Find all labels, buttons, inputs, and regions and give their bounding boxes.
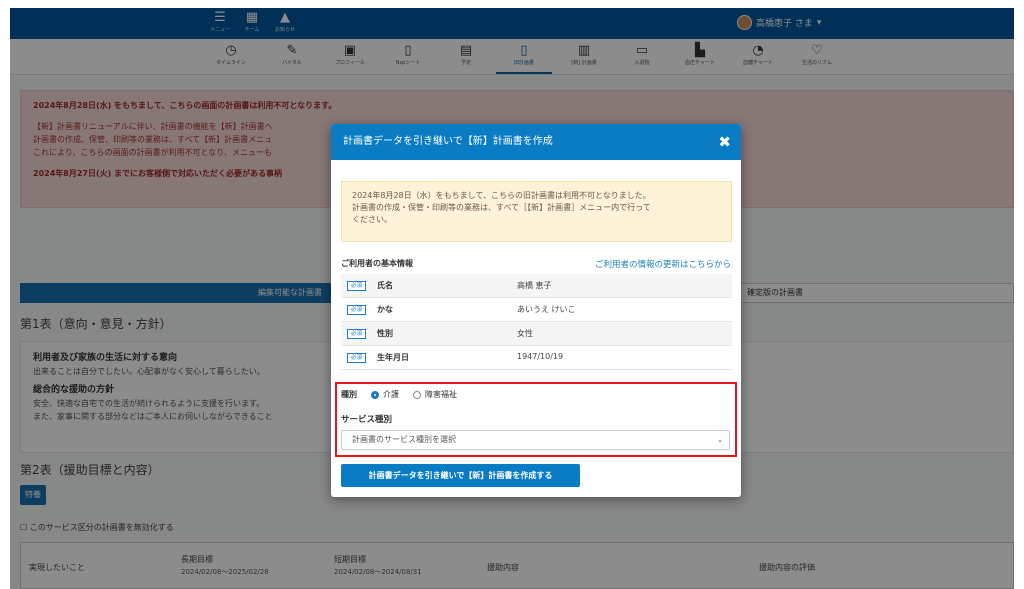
modal-title: 計画書データを引き継いで【新】計画書を作成: [343, 136, 553, 147]
required-badge: 必須: [347, 305, 367, 315]
info-row-name: 必須 氏名 高橋 恵子: [341, 274, 732, 298]
basic-info-table: 必須 氏名 高橋 恵子 必須 かな あいうえ けいこ 必須 性別 女性 必須 生年月日 1947…: [341, 274, 732, 370]
modal-header: 計画書データを引き継いで【新】計画書を作成 ✖: [331, 124, 741, 160]
basic-info-heading: ご利用者の基本情報: [341, 259, 413, 268]
service-type-label: サービス種別: [341, 415, 393, 425]
close-icon[interactable]: ✖: [718, 124, 731, 160]
app-window: ☰ メニュー ▦ チーム ▲ お知らせ 高橋恵子 さま ▾ ◷ タイムライン ✎ バイタル …: [10, 8, 1014, 589]
required-badge: 必須: [347, 353, 367, 363]
kind-label: 種別: [341, 390, 357, 399]
info-row-gender: 必須 性別 女性: [341, 322, 732, 346]
radio-shougai[interactable]: [413, 390, 421, 399]
info-row-kana: 必須 かな あいうえ けいこ: [341, 298, 732, 322]
radio-kaigo[interactable]: [371, 390, 379, 399]
modal-notice: 2024年8月28日（水）をもちまして、こちらの旧計画書は利用不可となりました。…: [341, 181, 732, 242]
kind-radio-group: 種別 介護 障害福祉: [341, 390, 457, 399]
info-row-birthdate: 必須 生年月日 1947/10/19: [341, 346, 732, 370]
create-plan-button[interactable]: 計画書データを引き継いで【新】計画書を作成する: [341, 464, 580, 487]
chevron-down-icon: ⌄: [717, 436, 723, 444]
service-type-select[interactable]: 計画書のサービス種別を選択 ⌄: [341, 430, 730, 450]
required-badge: 必須: [347, 281, 367, 291]
create-plan-modal: 計画書データを引き継いで【新】計画書を作成 ✖ 2024年8月28日（水）をもちま…: [331, 124, 741, 497]
required-badge: 必須: [347, 329, 367, 339]
update-info-link[interactable]: ご利用者の情報の更新はこちらから: [595, 258, 731, 270]
